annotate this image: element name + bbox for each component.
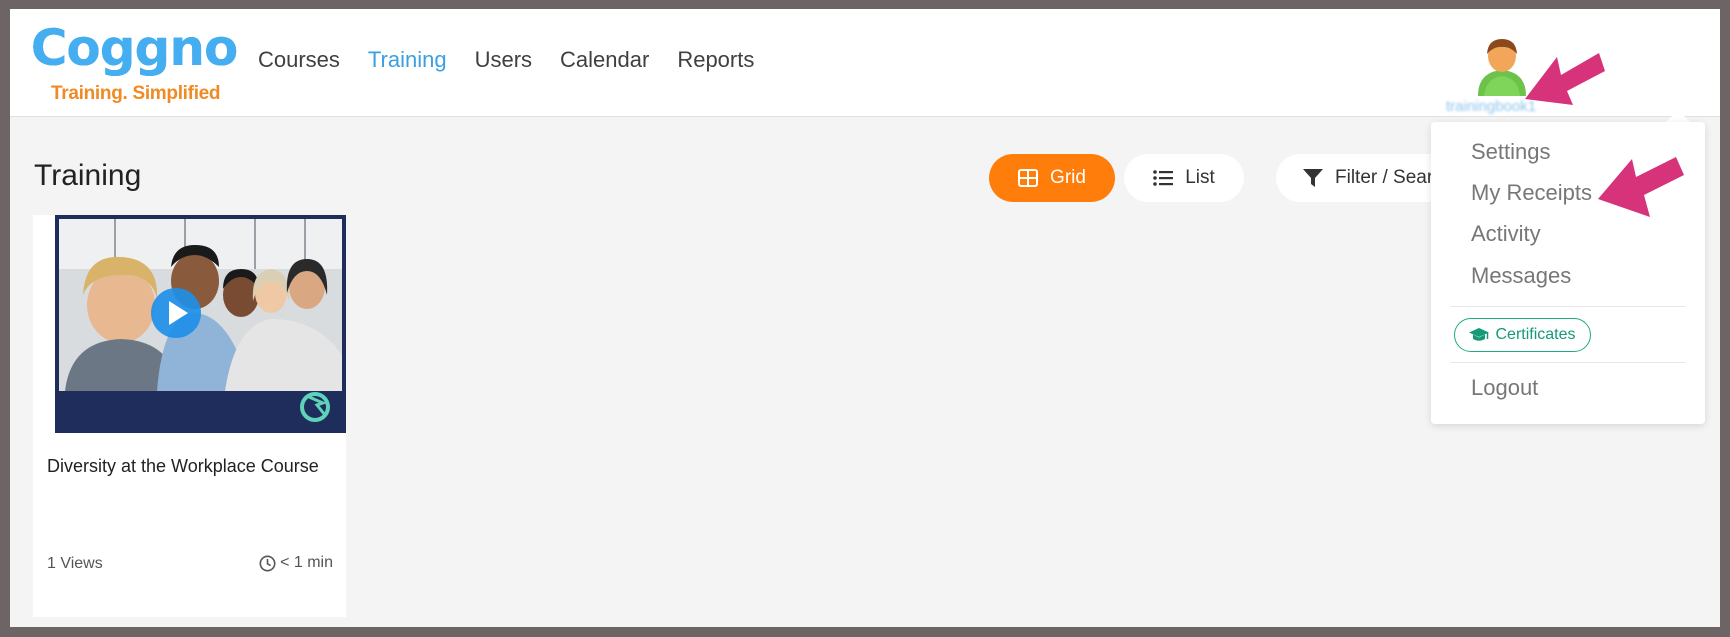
certificates-button[interactable]: Certificates: [1454, 318, 1591, 352]
course-thumbnail[interactable]: [55, 215, 346, 433]
menu-divider: [1451, 306, 1685, 307]
app-window: Coggno Coggno Training. Simplified Cours…: [10, 9, 1720, 627]
list-view-button[interactable]: List: [1124, 154, 1244, 202]
main-nav: Courses Training Users Calendar Reports: [258, 47, 782, 73]
page-title: Training: [34, 159, 142, 192]
filter-icon: [1303, 169, 1323, 187]
nav-calendar[interactable]: Calendar: [560, 47, 649, 73]
course-thumbnail-image: [55, 215, 346, 433]
menu-item-activity[interactable]: Activity: [1471, 221, 1541, 247]
course-views: 1 Views: [47, 555, 103, 572]
annotation-arrow-icon: [1525, 53, 1605, 105]
user-avatar-icon[interactable]: [1474, 36, 1530, 98]
course-title[interactable]: Diversity at the Workplace Course: [47, 455, 332, 478]
menu-item-settings[interactable]: Settings: [1471, 139, 1551, 165]
menu-item-messages[interactable]: Messages: [1471, 263, 1571, 289]
list-icon: [1153, 170, 1174, 186]
course-card[interactable]: Diversity at the Workplace Course 1 View…: [33, 215, 346, 617]
nav-reports[interactable]: Reports: [677, 47, 754, 73]
menu-item-my-receipts[interactable]: My Receipts: [1471, 180, 1592, 206]
logo-wordmark: Coggno Coggno: [32, 17, 237, 80]
grid-view-button[interactable]: Grid: [989, 154, 1115, 202]
list-view-label: List: [1185, 167, 1215, 188]
grid-icon: [1018, 169, 1039, 187]
coggno-logo[interactable]: Coggno Coggno Training. Simplified: [32, 15, 237, 109]
top-header: Coggno Coggno Training. Simplified Cours…: [10, 9, 1720, 117]
menu-item-logout[interactable]: Logout: [1471, 375, 1538, 401]
certificates-label: Certificates: [1495, 326, 1576, 343]
dropdown-caret: [1666, 110, 1690, 122]
menu-divider: [1451, 362, 1685, 363]
nav-training[interactable]: Training: [368, 47, 447, 73]
annotation-arrow-icon: [1598, 157, 1684, 217]
clock-icon: [259, 555, 276, 571]
grid-view-label: Grid: [1050, 167, 1086, 188]
course-duration-label: < 1 min: [280, 554, 333, 571]
course-duration: < 1 min: [259, 554, 333, 572]
svg-text:Coggno: Coggno: [32, 19, 237, 77]
nav-courses[interactable]: Courses: [258, 47, 340, 73]
nav-users[interactable]: Users: [475, 47, 532, 73]
logo-tagline: Training. Simplified: [51, 83, 221, 104]
graduation-cap-icon: [1469, 328, 1490, 341]
